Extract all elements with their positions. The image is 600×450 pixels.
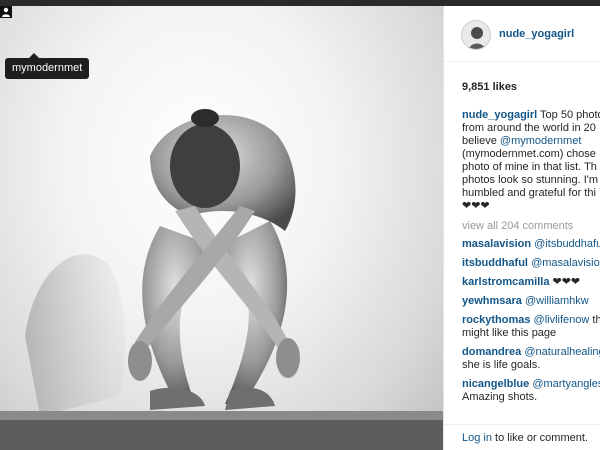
comment-mention[interactable]: @naturalhealing bbox=[524, 346, 600, 358]
comment-text: the bbox=[592, 314, 600, 326]
comment-username[interactable]: masalavision bbox=[462, 238, 531, 250]
post-side-panel: nude_yogagirl 9,851 likes nude_yogagirl … bbox=[443, 6, 600, 450]
comment-mention[interactable]: @masalavision bbox=[531, 257, 600, 269]
comment-username[interactable]: domandrea bbox=[462, 346, 521, 358]
tooltip-username[interactable]: mymodernmet bbox=[12, 62, 82, 74]
comment-item: domandrea @naturalhealing she is life go… bbox=[462, 346, 600, 372]
likes-count[interactable]: 9,851 likes bbox=[462, 81, 517, 93]
comment-mention[interactable]: @williamhkw bbox=[525, 295, 589, 307]
comment-item: nicangelblue @martyangles Amazing shots. bbox=[462, 378, 600, 404]
comment-username[interactable]: yewhmsara bbox=[462, 295, 522, 307]
comment-item: yewhmsara @williamhkw bbox=[462, 295, 600, 308]
avatar-image bbox=[462, 21, 490, 49]
user-tag-tooltip[interactable]: mymodernmet bbox=[5, 53, 90, 79]
comment-mention[interactable]: @martyangles bbox=[532, 378, 600, 390]
comment-username[interactable]: itsbuddhaful bbox=[462, 257, 528, 269]
login-prompt: Log in to like or comment. bbox=[462, 432, 588, 444]
post-photo[interactable]: mymodernmet bbox=[0, 6, 443, 450]
comment-mention[interactable]: @itsbuddhaful bbox=[534, 238, 600, 250]
comment-text-continued: she is life goals. bbox=[462, 359, 541, 371]
comment-item: masalavision @itsbuddhaful bbox=[462, 238, 600, 251]
comment-item: itsbuddhaful @masalavision bbox=[462, 257, 600, 270]
comment-item: rockythomas @livlifenow the might like t… bbox=[462, 314, 600, 340]
avatar[interactable] bbox=[461, 20, 491, 50]
post-footer: Log in to like or comment. bbox=[444, 424, 600, 450]
caption-author[interactable]: nude_yogagirl bbox=[462, 109, 537, 121]
login-link[interactable]: Log in bbox=[462, 432, 492, 444]
caption: nude_yogagirl Top 50 photo from around t… bbox=[462, 109, 600, 213]
header-username[interactable]: nude_yogagirl bbox=[499, 28, 574, 40]
comment-username[interactable]: nicangelblue bbox=[462, 378, 529, 390]
post-header: nude_yogagirl bbox=[444, 6, 600, 62]
comment-item: karlstromcamilla ❤❤❤ bbox=[462, 276, 600, 289]
comment-text-continued: might like this page bbox=[462, 327, 557, 339]
person-tag-icon[interactable] bbox=[0, 6, 12, 18]
comments-section: nude_yogagirl Top 50 photo from around t… bbox=[462, 109, 600, 404]
comment-username[interactable]: karlstromcamilla bbox=[462, 276, 549, 288]
comment-username[interactable]: rockythomas bbox=[462, 314, 530, 326]
heart-emojis: ❤❤❤ bbox=[462, 200, 490, 212]
comment-mention[interactable]: @livlifenow bbox=[534, 314, 590, 326]
caption-mention[interactable]: @mymodernmet bbox=[500, 135, 581, 147]
comment-text: ❤❤❤ bbox=[552, 276, 581, 288]
comment-text-continued: Amazing shots. bbox=[462, 391, 538, 403]
view-all-comments-link[interactable]: view all 204 comments bbox=[462, 220, 600, 232]
